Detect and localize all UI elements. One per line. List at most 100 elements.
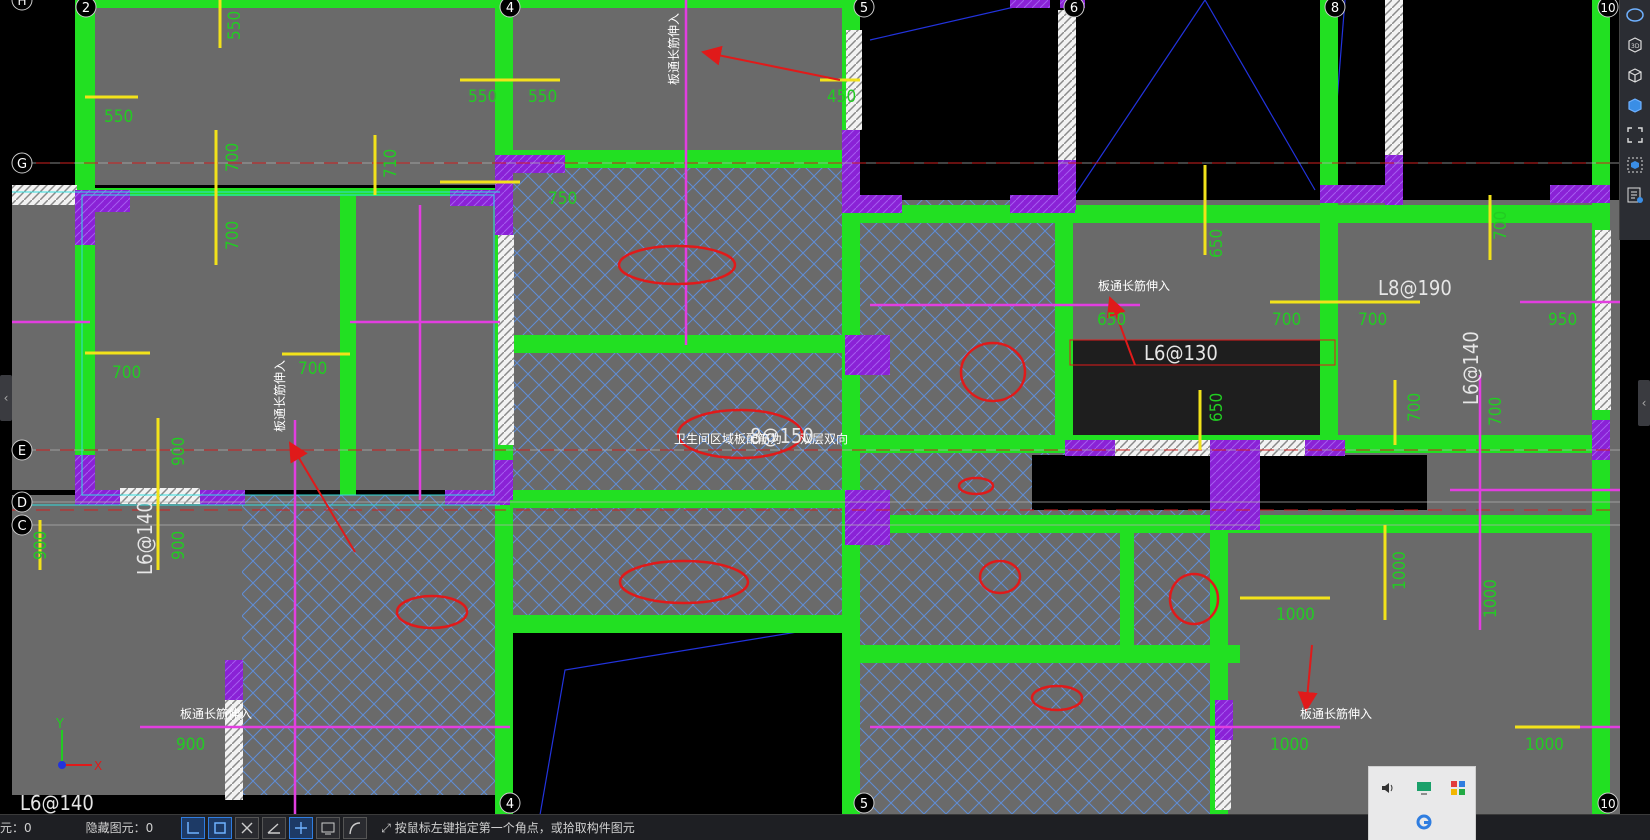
svg-text:C: C [17, 519, 26, 534]
note-rebar-anchor: 板通长筋伸入 [1300, 706, 1372, 721]
dim-text: 700 [223, 221, 243, 250]
dim-text: 750 [548, 189, 577, 209]
dim-text: 900 [169, 531, 189, 560]
display-toggle[interactable] [316, 816, 341, 839]
browser-icon[interactable] [1413, 811, 1435, 833]
angle-icon [267, 822, 281, 834]
selected-count: 元：0 [0, 821, 32, 835]
dim-text: 700 [223, 143, 243, 172]
drawing-canvas[interactable]: 2 4 5 6 8 10 H G E D C 4 5 10 SB 550 550… [0, 0, 1620, 815]
dim-text: 1000 [1270, 735, 1309, 755]
note-rebar-anchor: 板通长筋伸入 [180, 706, 252, 721]
view-toolbar: 3D [1619, 0, 1650, 240]
slab-regions [12, 0, 1620, 815]
angle-toggle[interactable] [262, 816, 287, 839]
snap-toggle[interactable] [208, 816, 233, 839]
dim-text: 700 [1486, 397, 1506, 426]
axis-bubble-top-5: 5 [853, 0, 875, 18]
render-cube-icon[interactable] [1620, 90, 1650, 120]
svg-text:5: 5 [860, 1, 868, 16]
note-rebar-anchor-vertical: 板通长筋伸入 [666, 13, 681, 85]
cad-app: 2 4 5 6 8 10 H G E D C 4 5 10 SB 550 550… [0, 0, 1650, 840]
dim-text: 900 [176, 735, 205, 755]
zoom-extents-icon[interactable] [1620, 120, 1650, 150]
dim-text: 700 [1272, 310, 1301, 330]
axis-bubble-top-8: 8 [1324, 0, 1346, 18]
rebar-label-l6-130: L6@130 [1144, 341, 1218, 365]
speaker-icon[interactable] [1377, 777, 1399, 799]
dim-text: 700 [1405, 393, 1425, 422]
dim-text: 1000 [1525, 735, 1564, 755]
right-collapse-handle[interactable]: ‹ [1638, 380, 1650, 426]
system-tray-popup [1368, 766, 1476, 840]
track-toggle[interactable] [289, 816, 314, 839]
dim-text: 1000 [1390, 551, 1410, 590]
dim-text: 950 [1548, 310, 1577, 330]
monitor-icon[interactable] [1413, 777, 1435, 799]
dim-text: 550 [468, 87, 497, 107]
svg-text:E: E [18, 444, 26, 459]
view-3d-icon[interactable]: 3D [1620, 30, 1650, 60]
properties-icon[interactable] [1620, 180, 1650, 210]
hidden-count: 隐藏图元：0 [85, 821, 154, 835]
dim-text: 550 [225, 11, 245, 40]
axis-bubble-bottom-5: 5 [853, 792, 875, 814]
axis-bubble-top-6: 6 [1063, 0, 1085, 18]
note-both-ways: 双层双向 [800, 431, 848, 446]
track-icon [295, 821, 308, 834]
rebar-label-l6-140-vertical-2: L6@140 [1459, 331, 1483, 405]
axis-bubble-top-10: 10 [1597, 0, 1619, 18]
svg-text:4: 4 [506, 1, 514, 16]
dim-text: 550 [104, 107, 133, 127]
axis-bubble-left-e: E [11, 439, 33, 461]
svg-text:Y: Y [55, 717, 64, 732]
dim-text: 700 [112, 363, 141, 383]
svg-text:6: 6 [1070, 1, 1078, 16]
dim-text: 700 [1358, 310, 1387, 330]
resize-arrow-icon: ⤢ [381, 821, 391, 835]
curve-toggle[interactable] [343, 816, 368, 839]
dim-text: 700 [298, 359, 327, 379]
dynamic-observe-icon[interactable] [1620, 0, 1650, 30]
dim-text: 900 [31, 531, 51, 560]
axis-bubble-left-c: C [11, 514, 33, 536]
dim-text: 1000 [1481, 579, 1501, 618]
command-prompt: ⤢ 按鼠标左键指定第一个角点，或拾取构件图元 [381, 821, 635, 835]
view-cube-icon[interactable] [1620, 60, 1650, 90]
dim-text: 650 [1097, 310, 1126, 330]
axis-bubble-left-g: G [11, 152, 33, 174]
svg-text:X: X [94, 759, 102, 773]
ortho-toggle[interactable] [181, 816, 206, 839]
axis-bubble-bottom-4: 4 [499, 792, 521, 814]
rebar-label-l8-190: L8@190 [1378, 276, 1452, 300]
dim-text: 450 [827, 87, 856, 107]
svg-text:5: 5 [860, 797, 868, 812]
axis-bubble-left-d: D [11, 491, 33, 513]
rebar-label-l6-140: L6@140 [20, 791, 94, 815]
dim-text: 710 [381, 149, 401, 178]
left-collapse-handle[interactable]: ‹ [0, 375, 12, 421]
note-rebar-anchor: 板通长筋伸入 [1098, 278, 1170, 293]
dim-text: 700 [1491, 211, 1511, 240]
svg-text:4: 4 [506, 797, 514, 812]
cross-toggle[interactable] [235, 816, 260, 839]
svg-text:10: 10 [1600, 1, 1615, 15]
svg-text:H: H [17, 0, 26, 8]
rebar-label-l6-140-vertical: L6@140 [133, 501, 157, 575]
display-icon [321, 822, 335, 834]
dim-text: 650 [1207, 229, 1227, 258]
svg-text:10: 10 [1600, 797, 1615, 811]
cross-icon [241, 822, 253, 833]
axis-bubble-top-4: 4 [499, 0, 521, 18]
dim-text: 1000 [1276, 605, 1315, 625]
ortho-icon [187, 821, 200, 834]
svg-text:3D: 3D [1631, 43, 1640, 50]
dim-text: 900 [169, 437, 189, 466]
axis-bubble-top-2: 2 [75, 0, 97, 18]
select-box-icon[interactable] [1620, 150, 1650, 180]
note-rebar-anchor-vertical: 板通长筋伸入 [272, 360, 287, 432]
svg-text:8: 8 [1331, 1, 1339, 16]
app-grid-icon[interactable] [1447, 777, 1469, 799]
dim-text: 550 [528, 87, 557, 107]
curve-icon [349, 821, 361, 834]
